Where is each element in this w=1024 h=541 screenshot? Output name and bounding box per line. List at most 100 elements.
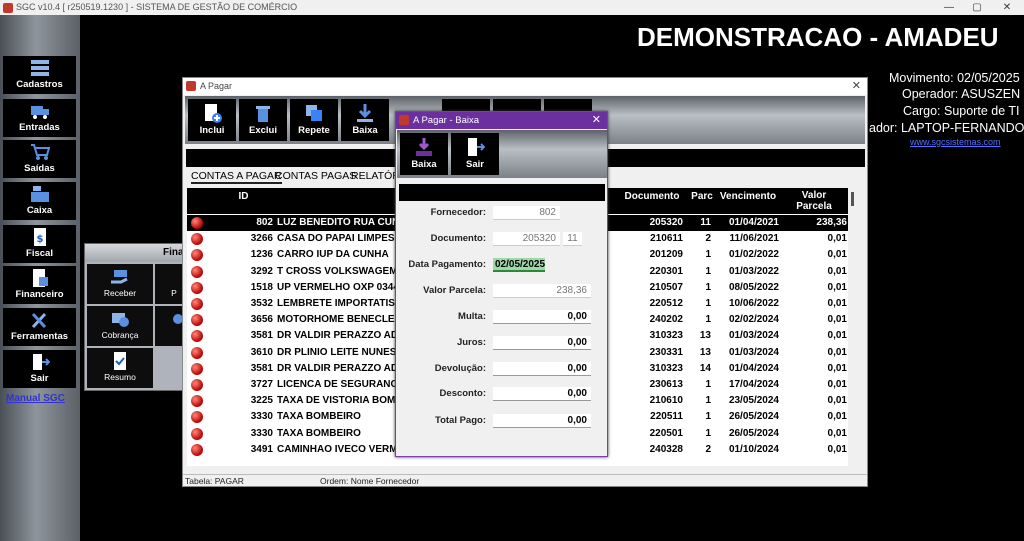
desconto-field[interactable]: 0,00 xyxy=(493,387,591,401)
row-nome: TAXA DE VISTORIA BOME xyxy=(277,395,395,407)
col-id[interactable]: ID xyxy=(211,191,276,202)
apagar-close-button[interactable]: ✕ xyxy=(852,78,861,95)
sidebar-item-label: Cadastros xyxy=(16,79,63,90)
row-parc: 2 xyxy=(705,443,711,455)
row-nome: LICENCA DE SEGURANC xyxy=(277,379,395,390)
fornecedor-field[interactable]: 802 xyxy=(493,206,560,220)
row-parc: 1 xyxy=(705,395,711,407)
status-dot-icon xyxy=(191,443,203,456)
app-title: SGC v10.4 [ r250519.1230 ] - SISTEMA DE … xyxy=(16,2,298,12)
row-parc: 1 xyxy=(705,265,711,277)
devolucao-label: Devolução: xyxy=(434,363,486,374)
col-parcela[interactable]: Parcela xyxy=(779,201,849,212)
scrollbar-thumb[interactable] xyxy=(851,192,854,206)
row-valor: 0,01 xyxy=(827,427,847,439)
blue-shape-icon xyxy=(173,314,183,324)
trash-icon xyxy=(256,106,270,122)
row-documento: 210610 xyxy=(649,395,683,407)
close-button[interactable]: ✕ xyxy=(992,0,1022,15)
sair-label: Sair xyxy=(466,159,484,170)
minimize-button[interactable]: — xyxy=(934,0,964,15)
juros-field[interactable]: 0,00 xyxy=(493,336,591,350)
sidebar-item-saidas[interactable]: Saídas xyxy=(3,140,76,178)
row-id: 3330 xyxy=(250,427,273,439)
row-vencimento: 17/04/2024 xyxy=(728,379,779,390)
tab-contas-a-pagar[interactable]: CONTAS A PAGAR xyxy=(191,170,282,184)
sidebar-item-ferramentas[interactable]: Ferramentas xyxy=(3,308,76,346)
baixa-confirm-label: Baixa xyxy=(411,159,437,170)
row-documento: 230331 xyxy=(649,346,683,358)
row-parc: 1 xyxy=(705,249,711,261)
row-documento: 220512 xyxy=(649,298,683,309)
computador-text: ador: LAPTOP-FERNANDO xyxy=(869,121,1024,135)
col-vencimento[interactable]: Vencimento xyxy=(717,191,779,202)
row-documento: 210507 xyxy=(649,281,683,293)
sidebar-item-cadastros[interactable]: Cadastros xyxy=(3,56,76,94)
sair-button[interactable]: Sair xyxy=(451,133,499,175)
app-icon xyxy=(3,3,13,13)
status-dot-icon xyxy=(191,427,203,440)
row-parc: 2 xyxy=(705,233,711,245)
row-nome: DR PLINIO LEITE NUNES xyxy=(277,346,395,358)
row-vencimento: 10/06/2022 xyxy=(728,298,779,309)
sidebar-item-entradas[interactable]: Entradas xyxy=(3,99,76,137)
row-parc: 1 xyxy=(705,411,711,423)
exclui-label: Exclui xyxy=(249,125,277,136)
sidebar-item-fiscal[interactable]: $ Fiscal xyxy=(3,225,76,263)
manual-link[interactable]: Manual SGC xyxy=(6,393,65,404)
maximize-button[interactable]: ▢ xyxy=(962,0,992,15)
tools-icon xyxy=(31,312,46,329)
row-nome: T CROSS VOLKSWAGEM xyxy=(277,265,395,277)
apagar-window-titlebar: A Pagar ✕ xyxy=(183,78,867,95)
status-dot-icon xyxy=(191,330,203,343)
row-nome: LEMBRETE IMPORTATIS xyxy=(277,298,395,309)
row-id: 3532 xyxy=(250,298,273,309)
row-documento: 220511 xyxy=(650,411,683,423)
row-vencimento: 23/05/2024 xyxy=(728,395,779,407)
repete-button[interactable]: Repete xyxy=(290,99,338,141)
row-valor: 0,01 xyxy=(827,298,847,309)
row-nome: DR VALDIR PERAZZO ADV xyxy=(277,330,395,342)
baixa-close-button[interactable]: ✕ xyxy=(592,112,601,129)
col-valor[interactable]: Valor xyxy=(779,190,849,201)
sidebar-item-caixa[interactable]: Caixa xyxy=(3,182,76,220)
row-vencimento: 26/05/2024 xyxy=(728,427,779,439)
row-vencimento: 11/06/2021 xyxy=(729,233,780,245)
valor-parcela-field: 238,36 xyxy=(493,284,591,298)
col-parc[interactable]: Parc xyxy=(687,191,717,202)
inclui-button[interactable]: Inclui xyxy=(188,99,236,141)
grid-scrollbar[interactable] xyxy=(848,188,861,466)
receber-button[interactable]: Receber xyxy=(87,264,153,304)
resumo-button[interactable]: Resumo xyxy=(87,348,153,388)
sidebar-item-label: Financeiro xyxy=(15,289,64,300)
website-link[interactable]: www.sgcsistemas.com xyxy=(910,137,1001,147)
row-id: 3330 xyxy=(250,411,273,423)
row-documento: 310323 xyxy=(649,362,683,374)
exclui-button[interactable]: Exclui xyxy=(239,99,287,141)
sidebar-item-sair[interactable]: Sair xyxy=(3,350,76,388)
data-pagamento-field[interactable]: 02/05/2025 xyxy=(493,258,545,272)
baixa-header-bar xyxy=(399,184,605,201)
row-valor: 0,01 xyxy=(827,411,847,423)
tab-contas-pagas[interactable]: CONTAS PAGAS xyxy=(275,170,356,182)
cart-icon xyxy=(30,144,50,160)
multa-field[interactable]: 0,00 xyxy=(493,310,591,324)
documento-field[interactable]: 205320 xyxy=(493,232,560,246)
baixa-confirm-button[interactable]: Baixa xyxy=(400,133,448,175)
cobranca-label: Cobrança xyxy=(101,330,139,340)
truck-icon xyxy=(30,106,49,119)
baixa-dialog: A Pagar - Baixa ✕ Baixa Sair Fornecedor:… xyxy=(395,111,608,457)
tab-relatorios[interactable]: RELATÓR xyxy=(351,170,400,182)
download-icon xyxy=(357,104,373,122)
row-valor: 0,01 xyxy=(827,346,847,358)
parcela-field[interactable]: 11 xyxy=(563,232,582,246)
row-vencimento: 02/02/2024 xyxy=(728,314,779,326)
status-dot-icon xyxy=(191,249,203,262)
col-documento[interactable]: Documento xyxy=(617,191,687,202)
sidebar-item-financeiro[interactable]: Financeiro xyxy=(3,266,76,304)
row-vencimento: 01/04/2024 xyxy=(728,362,779,374)
cobranca-button[interactable]: Cobrança xyxy=(87,306,153,346)
row-parc: 1 xyxy=(705,298,711,309)
baixa-toolbar-button[interactable]: Baixa xyxy=(341,99,389,141)
devolucao-field[interactable]: 0,00 xyxy=(493,362,591,376)
